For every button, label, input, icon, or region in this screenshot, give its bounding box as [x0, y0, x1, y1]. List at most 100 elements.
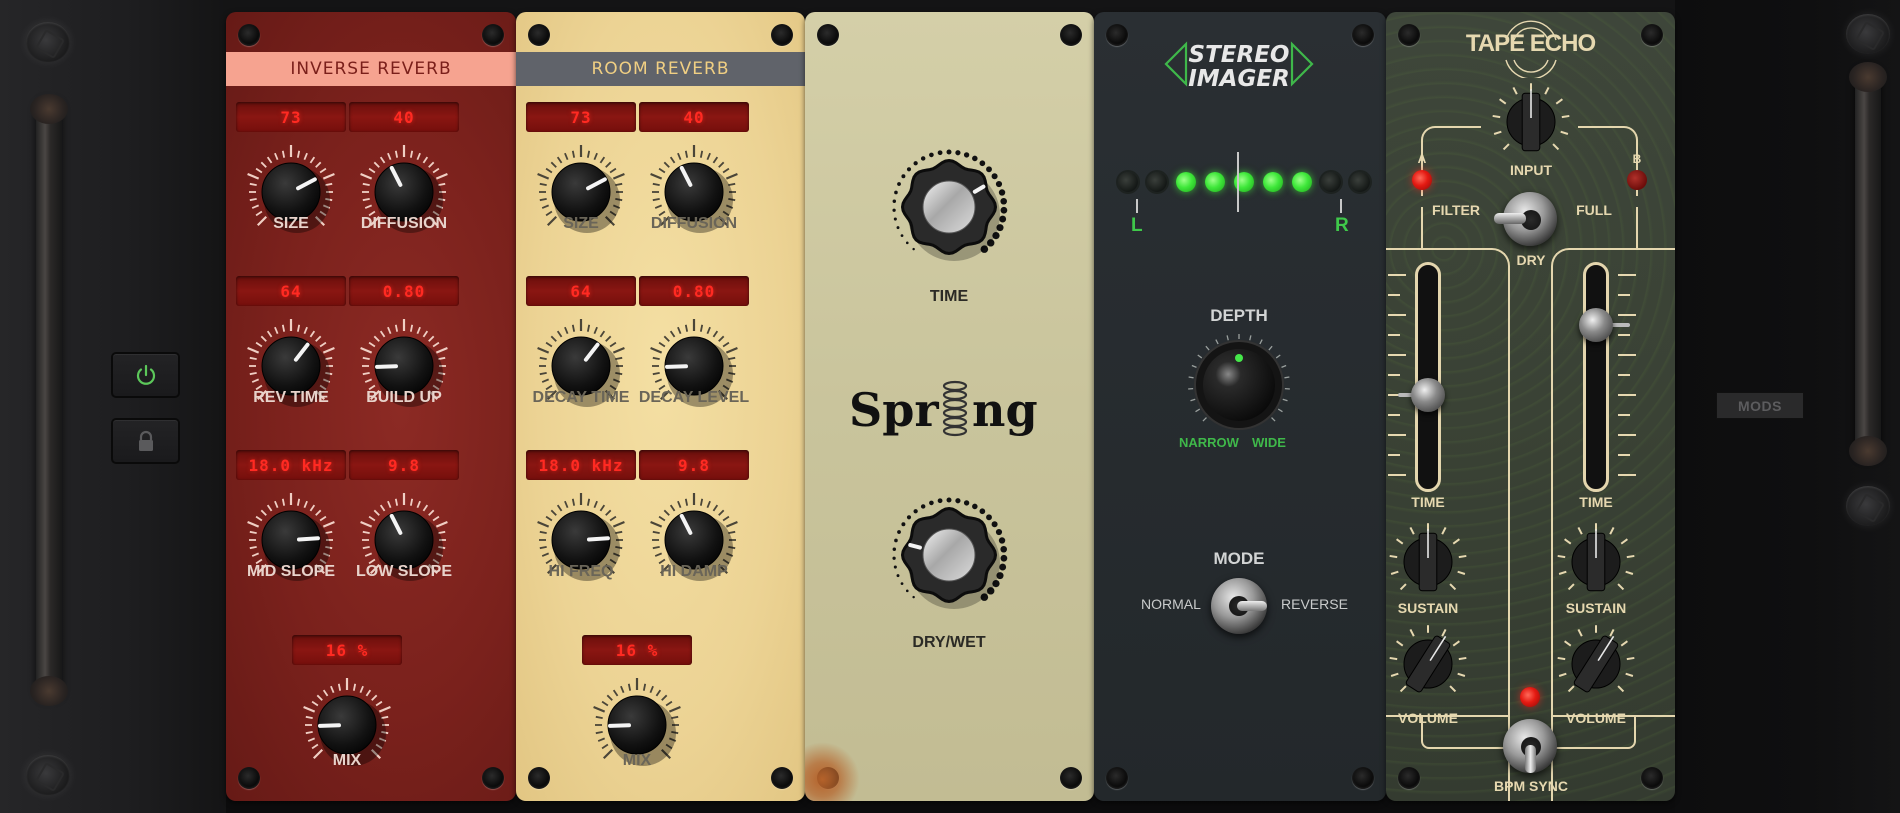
- knob-tick: [1275, 354, 1281, 359]
- knob-tick: [541, 552, 550, 557]
- fader-tick: [1618, 274, 1636, 276]
- mix-label: MIX: [622, 752, 652, 769]
- level-dot: [929, 500, 934, 506]
- knob-tick: [379, 330, 386, 338]
- knob-tick: [654, 204, 663, 209]
- title-line1: STEREO: [1189, 42, 1290, 68]
- knob-tick: [1409, 526, 1415, 535]
- knob-tick: [1399, 685, 1407, 693]
- knob-tick: [266, 504, 273, 512]
- knob-tick: [1396, 640, 1404, 647]
- knob-tick: [371, 694, 378, 701]
- screw-icon: [1060, 24, 1082, 46]
- knob-tick: [539, 356, 547, 361]
- level-dot: [905, 589, 909, 593]
- level-dot: [905, 241, 909, 245]
- knob-tick: [684, 324, 689, 332]
- level-dot: [963, 152, 970, 158]
- knob-indicator-led: [1235, 354, 1243, 362]
- screw-icon: [238, 24, 260, 46]
- mods-button[interactable]: MODS: [1716, 392, 1804, 419]
- knob-tick: [364, 552, 373, 557]
- level-dot: [912, 595, 915, 599]
- meter-led: [1350, 172, 1370, 192]
- level-dot: [1000, 197, 1007, 205]
- knob-tick: [378, 705, 391, 713]
- mode-label: MODE: [1213, 549, 1265, 568]
- level-dot: [894, 190, 898, 195]
- screw-icon: [1352, 767, 1374, 789]
- input-knob[interactable]: [1491, 82, 1571, 162]
- wide-label: WIDE: [1252, 435, 1286, 450]
- knob-tick: [1577, 628, 1583, 637]
- meter-led: [1292, 172, 1312, 192]
- volume-label: VOLUME: [1566, 710, 1626, 726]
- knob-tick: [612, 689, 619, 697]
- time-fader-handle[interactable]: [1411, 377, 1445, 412]
- knob-tick: [677, 152, 682, 161]
- fader-tick: [1618, 354, 1636, 356]
- time-knob[interactable]: [889, 147, 1009, 267]
- level-dot: [901, 174, 906, 179]
- left-channel-label: L: [1131, 215, 1143, 236]
- knob-tick: [1188, 376, 1194, 379]
- power-button[interactable]: [111, 352, 180, 398]
- knob-tick: [319, 167, 327, 174]
- knob-tick: [281, 324, 286, 332]
- hi-damp-label: HI DAMP: [660, 563, 728, 580]
- knob-tick: [725, 346, 738, 354]
- knob-tick: [586, 150, 591, 158]
- volume-knob[interactable]: [1556, 624, 1656, 724]
- arrow-right-icon: [1290, 41, 1314, 87]
- knob-tick: [274, 152, 279, 161]
- dry-wet-knob[interactable]: [889, 495, 1009, 615]
- knob-tick: [586, 324, 591, 332]
- fader-tick: [1618, 414, 1630, 416]
- time-fader-track[interactable]: [1583, 262, 1609, 492]
- knob-tick: [1458, 656, 1467, 661]
- knob-tick: [1564, 640, 1572, 647]
- knob-tick: [1259, 339, 1263, 345]
- knob-tick: [699, 324, 704, 332]
- knob-tick: [394, 150, 399, 158]
- knob-tick: [718, 335, 725, 342]
- knob-tick: [315, 335, 322, 342]
- lock-button[interactable]: [111, 418, 180, 464]
- knob-tick: [1197, 354, 1203, 359]
- time-fader-handle[interactable]: [1579, 308, 1613, 343]
- knob-tick: [593, 326, 598, 335]
- knob-tick: [266, 156, 273, 164]
- knob-tick: [296, 150, 301, 158]
- knob-tick: [599, 156, 606, 164]
- level-dot: [913, 161, 918, 166]
- inverse-reverb-module: INVERSE REVERB 73 SIZE 40 DIFFUSION 64 REV TI…: [226, 12, 516, 801]
- knob-tick: [1282, 398, 1288, 402]
- mid-slope-value-display: 18.0 kHz: [236, 450, 346, 480]
- level-dot: [999, 215, 1007, 223]
- knob-tick: [1560, 130, 1569, 135]
- screw-icon: [1106, 767, 1128, 789]
- fader-tick: [1388, 414, 1400, 416]
- knob-tick: [706, 326, 711, 335]
- full-label: FULL: [1576, 202, 1612, 218]
- knob-tick: [718, 509, 725, 516]
- hi-damp-value-display: 9.8: [639, 450, 749, 480]
- knob-tick: [249, 197, 257, 202]
- knob-tick: [1457, 570, 1466, 575]
- level-dot: [991, 521, 998, 528]
- level-dot: [991, 173, 998, 180]
- depth-knob[interactable]: [1184, 330, 1294, 440]
- level-dot: [986, 514, 992, 521]
- knob-tick: [654, 378, 663, 383]
- knob-tick: [247, 172, 260, 180]
- low-slope-label: LOW SLOPE: [356, 563, 452, 580]
- knob-tick: [595, 715, 603, 720]
- level-dot: [901, 522, 906, 527]
- knob-tick: [1449, 685, 1457, 693]
- volume-knob[interactable]: [1388, 624, 1488, 724]
- level-dot: [929, 152, 934, 158]
- level-dot: [893, 565, 897, 569]
- knob-tick: [362, 356, 370, 361]
- coil-spring-icon: [942, 380, 968, 437]
- toggle-lever: [1525, 745, 1536, 773]
